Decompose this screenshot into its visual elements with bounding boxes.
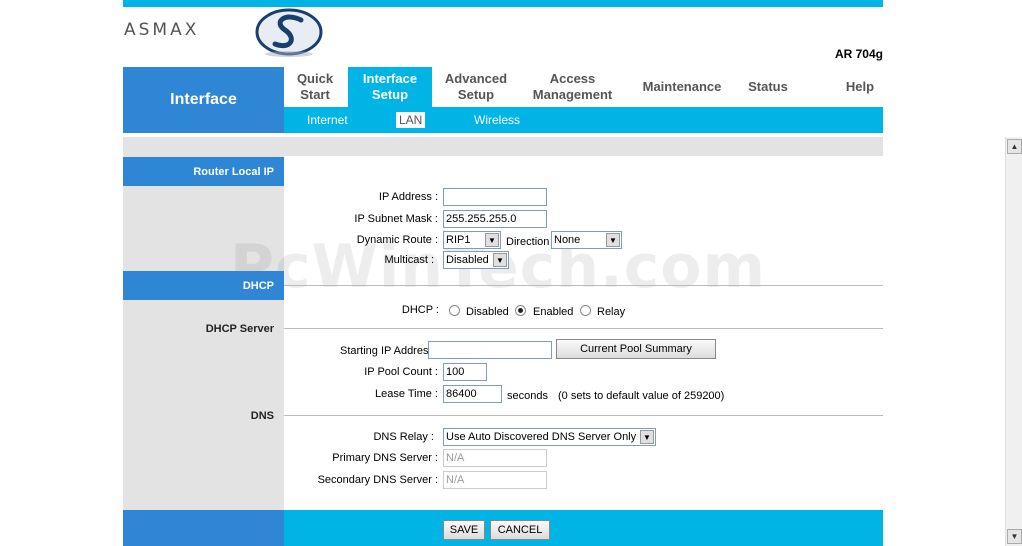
nav-access-management[interactable]: Access Management — [520, 67, 625, 107]
nav-interface-setup[interactable]: Interface Setup — [348, 67, 432, 107]
section-router-local-ip: Router Local IP — [123, 157, 284, 186]
nav-maintenance[interactable]: Maintenance — [628, 67, 736, 107]
primary-dns-input[interactable] — [443, 449, 547, 467]
direction-value: None — [554, 234, 581, 246]
nav-advanced-setup[interactable]: Advanced Setup — [434, 67, 518, 107]
dhcp-disabled-label: Disabled — [466, 306, 509, 318]
multicast-value: Disabled — [446, 254, 489, 266]
vertical-scrollbar[interactable]: ▲ ▼ — [1005, 137, 1022, 546]
ip-address-input[interactable] — [443, 188, 547, 206]
starting-ip-input[interactable] — [428, 341, 552, 359]
section-dhcp: DHCP — [123, 271, 284, 300]
pool-count-label: IP Pool Count : — [364, 366, 438, 378]
current-pool-summary-button[interactable]: Current Pool Summary — [556, 339, 716, 359]
model-number: AR 704g — [834, 47, 883, 61]
dynamic-route-value: RIP1 — [446, 234, 471, 246]
brand-logo-icon — [255, 8, 323, 57]
dynamic-route-select[interactable]: RIP1 ▼ — [443, 231, 501, 249]
divider — [284, 415, 883, 416]
dhcp-disabled-radio[interactable] — [449, 305, 460, 316]
secondary-dns-label: Secondary DNS Server : — [317, 474, 438, 486]
nav-label: Advanced — [444, 71, 508, 86]
top-accent-bar — [123, 0, 883, 7]
subnet-mask-input[interactable] — [443, 210, 547, 228]
nav-label: Management — [532, 87, 613, 102]
scroll-down-icon[interactable]: ▼ — [1007, 529, 1022, 544]
chevron-down-icon: ▼ — [485, 233, 499, 247]
dns-relay-value: Use Auto Discovered DNS Server Only — [446, 431, 637, 443]
chevron-down-icon: ▼ — [606, 233, 620, 247]
subnav-internet[interactable]: Internet — [307, 107, 348, 133]
dynamic-route-label: Dynamic Route : — [356, 234, 438, 246]
section-dhcp-server: DHCP Server — [205, 323, 274, 335]
nav-quick-start[interactable]: Quick Start — [284, 67, 346, 107]
side-title: Interface — [123, 67, 284, 133]
dns-relay-select[interactable]: Use Auto Discovered DNS Server Only ▼ — [443, 428, 656, 446]
divider — [284, 285, 883, 286]
ip-address-label: IP Address : — [378, 191, 438, 203]
nav-label: Setup — [371, 87, 409, 102]
sub-nav: Internet LAN Wireless — [284, 107, 883, 133]
nav-label: Interface — [362, 71, 418, 86]
nav-help[interactable]: Help — [824, 67, 896, 107]
starting-ip-label: Starting IP Address — [340, 345, 434, 357]
lease-note: (0 sets to default value of 259200) — [558, 390, 725, 402]
primary-dns-label: Primary DNS Server : — [332, 452, 438, 464]
scroll-up-icon[interactable]: ▲ — [1007, 139, 1022, 154]
chevron-down-icon: ▼ — [493, 253, 507, 267]
footer-bar — [284, 510, 883, 546]
nav-label: Maintenance — [642, 79, 722, 94]
dhcp-relay-radio[interactable] — [580, 305, 591, 316]
subnav-wireless[interactable]: Wireless — [474, 107, 520, 133]
dhcp-relay-label: Relay — [597, 306, 626, 318]
subnav-lan[interactable]: LAN — [396, 112, 426, 128]
divider — [284, 328, 883, 329]
cancel-button[interactable]: CANCEL — [490, 520, 550, 540]
multicast-select[interactable]: Disabled ▼ — [443, 251, 509, 269]
main-nav: Quick Start Interface Setup Advanced Setup … — [284, 67, 883, 107]
direction-select[interactable]: None ▼ — [551, 231, 622, 249]
pool-count-input[interactable] — [443, 363, 487, 381]
nav-status[interactable]: Status — [736, 67, 800, 107]
lease-time-label: Lease Time : — [375, 388, 438, 400]
secondary-dns-input[interactable] — [443, 471, 547, 489]
nav-label: Setup — [457, 87, 495, 102]
brand-logo-text: ASMAX — [124, 20, 200, 40]
section-dns: DNS — [250, 410, 274, 422]
direction-label: Direction — [506, 236, 550, 248]
multicast-label: Multicast : — [384, 254, 434, 266]
header-band — [123, 137, 883, 156]
nav-label: Access — [549, 71, 596, 86]
chevron-down-icon: ▼ — [640, 430, 654, 444]
footer-side — [123, 510, 284, 546]
lease-time-input[interactable] — [443, 385, 502, 403]
save-button[interactable]: SAVE — [443, 520, 485, 540]
dhcp-enabled-radio[interactable] — [515, 305, 526, 316]
nav-label: Help — [845, 79, 875, 94]
dhcp-enabled-label: Enabled — [533, 306, 574, 318]
subnet-mask-label: IP Subnet Mask : — [354, 213, 438, 225]
nav-label: Start — [300, 87, 330, 102]
nav-label: Status — [748, 79, 788, 94]
dns-relay-label: DNS Relay : — [373, 431, 434, 443]
lease-unit: seconds — [507, 390, 548, 402]
dhcp-label: DHCP : — [401, 304, 439, 316]
nav-label: Quick — [296, 71, 334, 86]
